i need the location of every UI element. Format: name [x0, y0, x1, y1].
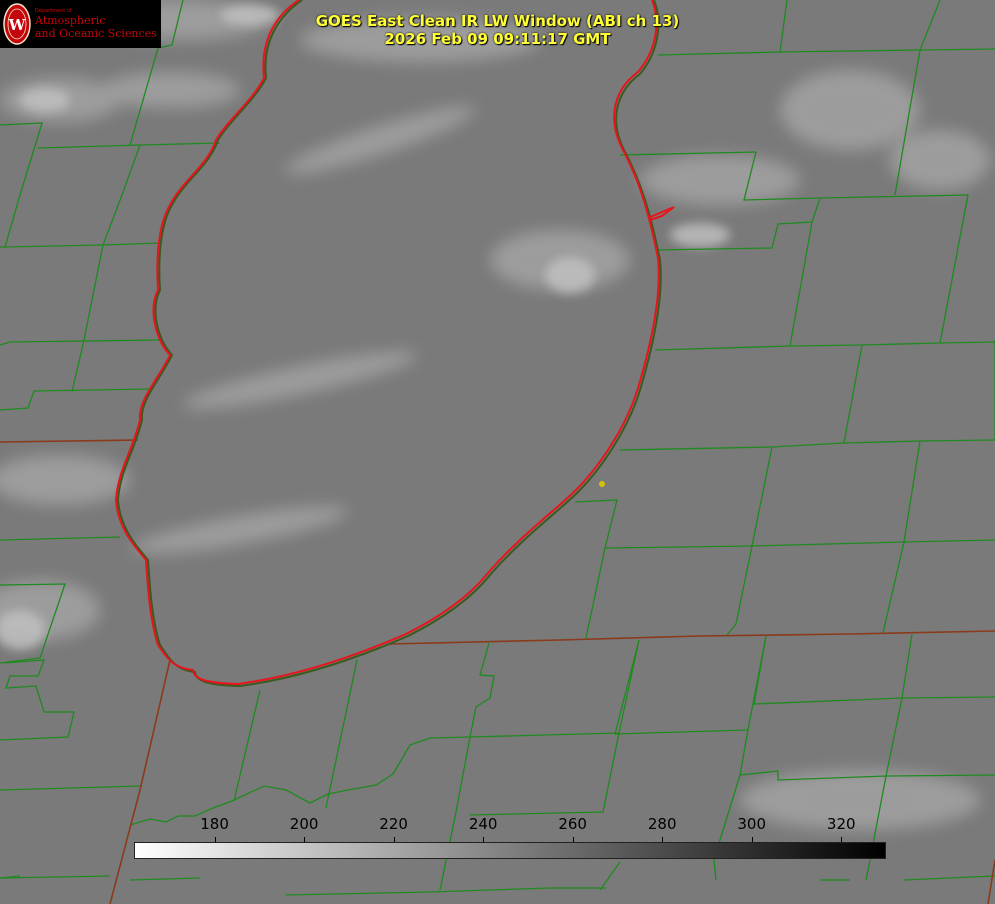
state-lines [0, 439, 995, 904]
logo-seal-letter: W [8, 16, 27, 34]
temperature-colorbar [134, 842, 886, 859]
image-title: GOES East Clean IR LW Window (ABI ch 13) [315, 12, 680, 30]
colorbar-tick-label: 260 [558, 815, 587, 833]
uw-crest-icon: W [3, 3, 31, 45]
colorbar-tick-label: 320 [826, 815, 856, 833]
image-timestamp: 2026 Feb 09 09:11:17 GMT [384, 30, 611, 48]
satellite-map [0, 0, 995, 904]
colorbar-tick-label: 220 [379, 815, 408, 833]
logo-name-line2: and Oceanic Sciences [35, 27, 157, 40]
cloud-field [0, 0, 990, 830]
uw-aos-logo: W Department of Atmospheric and Oceanic … [0, 0, 161, 48]
location-marker [599, 481, 605, 487]
colorbar-tick-label: 200 [289, 815, 319, 833]
colorbar-tick-label: 280 [647, 815, 677, 833]
logo-name-line1: Atmospheric [35, 14, 106, 27]
colorbar-tick-label: 180 [200, 815, 229, 833]
colorbar-tick-label: 300 [737, 815, 767, 833]
colorbar-tick-label: 240 [468, 815, 498, 833]
lake-inlet-outline [647, 206, 675, 221]
